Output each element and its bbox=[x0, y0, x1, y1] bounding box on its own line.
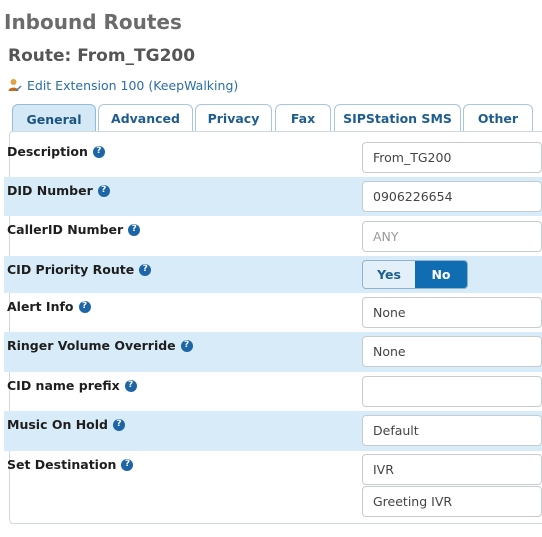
callerid-number-label-group: CallerID Number ? bbox=[7, 222, 141, 237]
cid-priority-label-group: CID Priority Route ? bbox=[7, 262, 152, 277]
cid-name-prefix-label-group: CID name prefix ? bbox=[7, 378, 137, 393]
route-title: Route: From_TG200 bbox=[8, 46, 196, 66]
help-icon[interactable]: ? bbox=[121, 458, 134, 471]
tab-general[interactable]: General bbox=[12, 104, 96, 133]
description-input[interactable]: From_TG200 bbox=[362, 142, 542, 173]
set-destination-row: Set Destination ? IVR Greeting IVR bbox=[4, 451, 542, 521]
help-icon[interactable]: ? bbox=[92, 145, 105, 158]
help-icon[interactable]: ? bbox=[124, 379, 137, 392]
alert-info-select[interactable]: None bbox=[362, 297, 542, 328]
ringer-volume-row: Ringer Volume Override ? None bbox=[4, 332, 542, 372]
cid-priority-toggle: Yes No bbox=[362, 260, 468, 289]
set-destination-label-group: Set Destination ? bbox=[7, 457, 134, 472]
tab-other[interactable]: Other bbox=[463, 104, 533, 132]
cid-priority-row: CID Priority Route ? Yes No bbox=[4, 256, 542, 293]
page-title: Inbound Routes bbox=[4, 10, 182, 34]
user-edit-icon bbox=[8, 79, 22, 92]
music-on-hold-select[interactable]: Default bbox=[362, 415, 542, 446]
callerid-number-label: CallerID Number bbox=[7, 222, 124, 237]
music-on-hold-row: Music On Hold ? Default bbox=[4, 411, 542, 451]
music-on-hold-label-group: Music On Hold ? bbox=[7, 417, 125, 432]
cid-name-prefix-label: CID name prefix bbox=[7, 378, 120, 393]
alert-info-row: Alert Info ? None bbox=[4, 293, 542, 332]
did-number-row: DID Number ? 0906226654 bbox=[4, 177, 542, 216]
did-number-input[interactable]: 0906226654 bbox=[362, 181, 542, 212]
ringer-volume-label: Ringer Volume Override bbox=[7, 338, 176, 353]
description-row: Description ? From_TG200 bbox=[4, 138, 542, 177]
help-icon[interactable]: ? bbox=[97, 184, 110, 197]
alert-info-label: Alert Info bbox=[7, 299, 74, 314]
did-number-label-group: DID Number ? bbox=[7, 183, 110, 198]
tab-sipstation-sms[interactable]: SIPStation SMS bbox=[334, 104, 461, 132]
help-icon[interactable]: ? bbox=[180, 339, 193, 352]
cid-name-prefix-input[interactable] bbox=[362, 376, 542, 407]
help-icon[interactable]: ? bbox=[139, 263, 152, 276]
description-label-group: Description ? bbox=[7, 144, 105, 159]
edit-extension-label: Edit Extension 100 (KeepWalking) bbox=[27, 77, 239, 93]
help-icon[interactable]: ? bbox=[112, 418, 125, 431]
tab-fax[interactable]: Fax bbox=[275, 104, 331, 132]
alert-info-label-group: Alert Info ? bbox=[7, 299, 91, 314]
tab-advanced[interactable]: Advanced bbox=[98, 104, 193, 132]
cid-priority-no-button[interactable]: No bbox=[415, 261, 467, 288]
description-label: Description bbox=[7, 144, 88, 159]
edit-extension-link[interactable]: Edit Extension 100 (KeepWalking) bbox=[8, 76, 238, 94]
ringer-volume-select[interactable]: None bbox=[362, 336, 542, 367]
set-destination-label: Set Destination bbox=[7, 457, 117, 472]
ringer-volume-label-group: Ringer Volume Override ? bbox=[7, 338, 193, 353]
cid-name-prefix-row: CID name prefix ? bbox=[4, 372, 542, 411]
callerid-number-input[interactable]: ANY bbox=[362, 221, 542, 252]
cid-priority-label: CID Priority Route bbox=[7, 262, 135, 277]
did-number-label: DID Number bbox=[7, 183, 93, 198]
tab-privacy[interactable]: Privacy bbox=[195, 104, 272, 132]
help-icon[interactable]: ? bbox=[128, 223, 141, 236]
destination-type-select[interactable]: IVR bbox=[362, 454, 542, 485]
help-icon[interactable]: ? bbox=[78, 300, 91, 313]
callerid-number-row: CallerID Number ? ANY bbox=[4, 216, 542, 256]
tab-bar: General Advanced Privacy Fax SIPStation … bbox=[9, 104, 542, 133]
destination-target-select[interactable]: Greeting IVR bbox=[362, 486, 542, 517]
cid-priority-yes-button[interactable]: Yes bbox=[363, 261, 415, 288]
music-on-hold-label: Music On Hold bbox=[7, 417, 108, 432]
